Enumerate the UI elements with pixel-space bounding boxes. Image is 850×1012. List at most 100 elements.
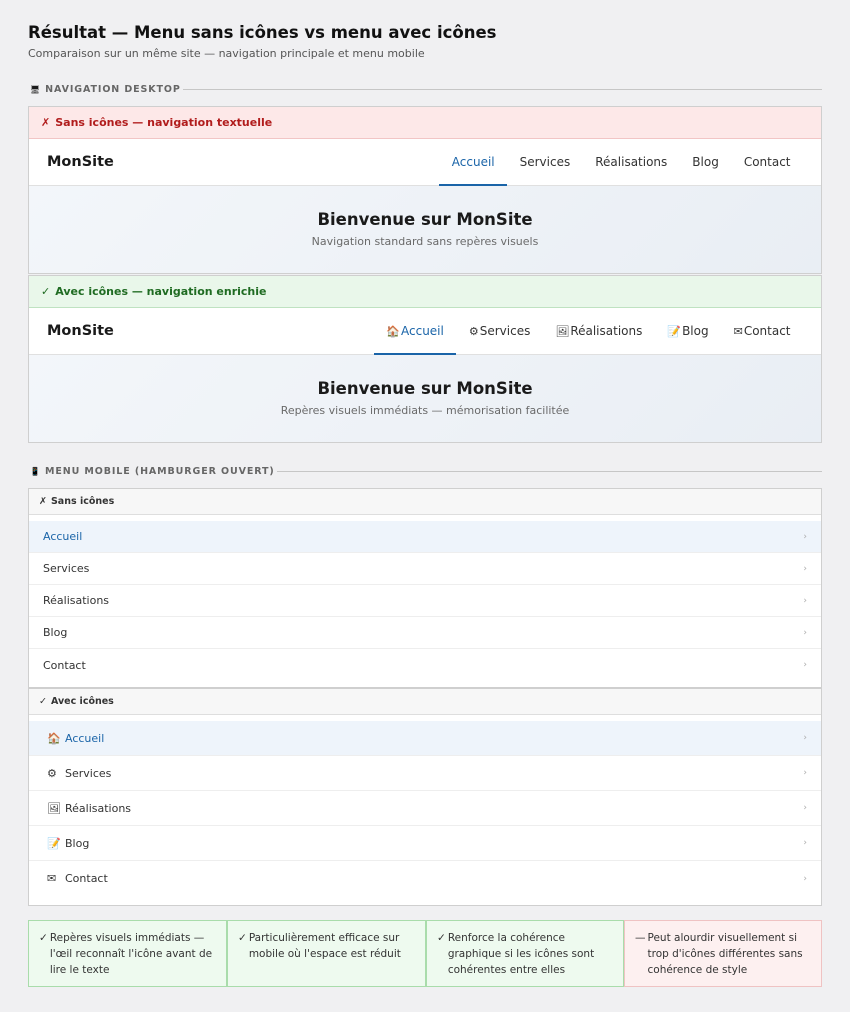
menu-item-label: Blog [43, 626, 68, 639]
check-icon: ✓ [39, 696, 47, 707]
nav-item-services[interactable]: Services [507, 139, 583, 185]
mobile-menu-item-services[interactable]: Services › [29, 553, 821, 585]
menu-item-content: 🏠 Accueil [43, 732, 104, 745]
mobile-panel-without-icons: ✗ Sans icônes Accueil › Services › Réali… [28, 488, 822, 688]
pro-card: ✓ Repères visuels immédiats — l'œil reco… [28, 920, 227, 987]
nav-item-realisations[interactable]: 🖼 Réalisations [543, 308, 655, 354]
hero-subtitle: Navigation standard sans repères visuels [311, 235, 539, 248]
chevron-right-icon: › [803, 838, 807, 848]
nav-item-contact[interactable]: Contact [731, 139, 803, 185]
page-title: Résultat — Menu sans icônes vs menu avec… [28, 23, 497, 42]
menu-item-label: Contact [43, 658, 86, 672]
section-label-mobile: 📱 MENU MOBILE (HAMBURGER OUVERT) [28, 463, 822, 479]
menu-item-label: Accueil [65, 731, 105, 745]
nav-item-label: Réalisations [595, 155, 668, 169]
cross-icon: ✗ [39, 496, 47, 507]
dash-icon: — [635, 932, 646, 944]
navbar: MonSite 🏠 Accueil ⚙ Services 🖼 Réalisations… [29, 308, 821, 355]
nav-item-label: Contact [743, 155, 791, 169]
home-icon: 🏠 [386, 324, 400, 338]
nav-item-label: Blog [692, 155, 719, 169]
mobile-menu-item-realisations[interactable]: Réalisations › [29, 585, 821, 617]
mobile-menu-item-services[interactable]: ⚙ Services › [29, 756, 821, 791]
panel-header-label: Avec icônes — navigation enrichie [55, 285, 267, 298]
mobile-menu-item-accueil[interactable]: Accueil › [29, 521, 821, 553]
chevron-right-icon: › [803, 768, 807, 778]
gear-icon: ⚙ [468, 324, 479, 338]
divider [276, 470, 822, 472]
check-icon: ✓ [238, 932, 247, 944]
mobile-menu-item-realisations[interactable]: 🖼 Réalisations › [29, 791, 821, 826]
picture-icon: 🖼 [47, 801, 61, 815]
mobile-menu-item-blog[interactable]: Blog › [29, 617, 821, 649]
menu-item-label: Services [43, 562, 90, 575]
nav-item-realisations[interactable]: Réalisations [583, 139, 680, 185]
menu-item-label: Contact [65, 872, 108, 885]
card-text: Renforce la cohérence graphique si les i… [447, 932, 595, 976]
summary-cards: ✓ Repères visuels immédiats — l'œil reco… [28, 920, 822, 987]
navbar: MonSite Accueil Services Réalisations Bl… [29, 139, 821, 186]
section-label-desktop: 🖥 NAVIGATION DESKTOP [28, 81, 822, 97]
chevron-right-icon: › [803, 531, 807, 542]
con-card: — Peut alourdir visuellement si trop d'i… [624, 920, 822, 987]
brand-logo[interactable]: MonSite [29, 139, 114, 185]
mobile-panel-header: ✓ Avec icônes [29, 689, 821, 715]
nav-items: 🏠 Accueil ⚙ Services 🖼 Réalisations 📝 Blog ✉… [373, 308, 821, 355]
mobile-menu-item-accueil[interactable]: 🏠 Accueil › [29, 721, 821, 756]
chevron-right-icon: › [803, 803, 807, 813]
nav-item-accueil[interactable]: Accueil [439, 139, 507, 186]
menu-item-content: ⚙ Services [43, 767, 111, 780]
check-icon: ✓ [437, 932, 446, 944]
chevron-right-icon: › [803, 733, 807, 743]
nav-items: Accueil Services Réalisations Blog Conta… [439, 139, 821, 186]
chevron-right-icon: › [803, 595, 807, 606]
monitor-icon: 🖥 [30, 84, 41, 94]
hero-subtitle: Repères visuels immédiats — mémorisation… [280, 404, 570, 417]
mobile-menu-item-contact[interactable]: Contact › [29, 649, 821, 681]
card-text: Repères visuels immédiats — l'œil reconn… [49, 932, 213, 976]
nav-item-label: Services [479, 324, 531, 338]
panel-header-with-icons: ✓ Avec icônes — navigation enrichie [29, 276, 821, 308]
home-icon: 🏠 [47, 731, 61, 745]
page-subtitle: Comparaison sur un même site — navigatio… [28, 47, 425, 60]
nav-item-label: Blog [682, 324, 709, 338]
mobile-menu-item-contact[interactable]: ✉ Contact › [29, 861, 821, 896]
cross-icon: ✗ [41, 116, 51, 129]
mobile-panel-header: ✗ Sans icônes [29, 489, 821, 515]
hero: Bienvenue sur MonSite Repères visuels im… [29, 355, 821, 442]
panel-header-without-icons: ✗ Sans icônes — navigation textuelle [29, 107, 821, 139]
menu-item-label: Réalisations [65, 801, 132, 815]
gear-icon: ⚙ [47, 766, 57, 780]
desktop-panel-without-icons: ✗ Sans icônes — navigation textuelle Mon… [28, 106, 822, 274]
menu-item-content: 📝 Blog [43, 837, 89, 850]
nav-item-contact[interactable]: ✉ Contact [721, 308, 803, 354]
pro-card: ✓ Particulièrement efficace sur mobile o… [227, 920, 426, 987]
hero: Bienvenue sur MonSite Navigation standar… [29, 186, 821, 273]
card-text: Peut alourdir visuellement si trop d'icô… [647, 932, 803, 976]
menu-item-label: Réalisations [43, 594, 110, 607]
memo-icon: 📝 [667, 324, 682, 338]
menu-item-label: Blog [65, 836, 90, 850]
nav-item-accueil[interactable]: 🏠 Accueil [373, 308, 457, 355]
mobile-menu-item-blog[interactable]: 📝 Blog › [29, 826, 821, 861]
picture-icon: 🖼 [555, 324, 570, 338]
nav-item-label: Contact [743, 324, 791, 338]
divider [182, 88, 822, 90]
mobile-panel-header-label: Sans icônes [50, 496, 115, 507]
brand-logo[interactable]: MonSite [29, 308, 114, 354]
chevron-right-icon: › [803, 873, 807, 884]
envelope-icon: ✉ [47, 872, 57, 885]
nav-item-label: Accueil [451, 155, 495, 169]
menu-item-content: ✉ Contact [43, 872, 108, 885]
hero-title: Bienvenue sur MonSite [317, 379, 533, 398]
memo-icon: 📝 [47, 836, 61, 850]
nav-item-services[interactable]: ⚙ Services [456, 308, 542, 354]
section-label-text: MENU MOBILE (HAMBURGER OUVERT) [44, 465, 275, 477]
menu-item-content: 🖼 Réalisations [43, 802, 131, 815]
nav-item-blog[interactable]: 📝 Blog [655, 308, 721, 354]
chevron-right-icon: › [803, 660, 807, 670]
nav-item-label: Accueil [401, 324, 444, 338]
card-text: Particulièrement efficace sur mobile où … [248, 932, 401, 960]
nav-item-blog[interactable]: Blog [680, 139, 732, 185]
section-label-text: NAVIGATION DESKTOP [45, 83, 181, 95]
